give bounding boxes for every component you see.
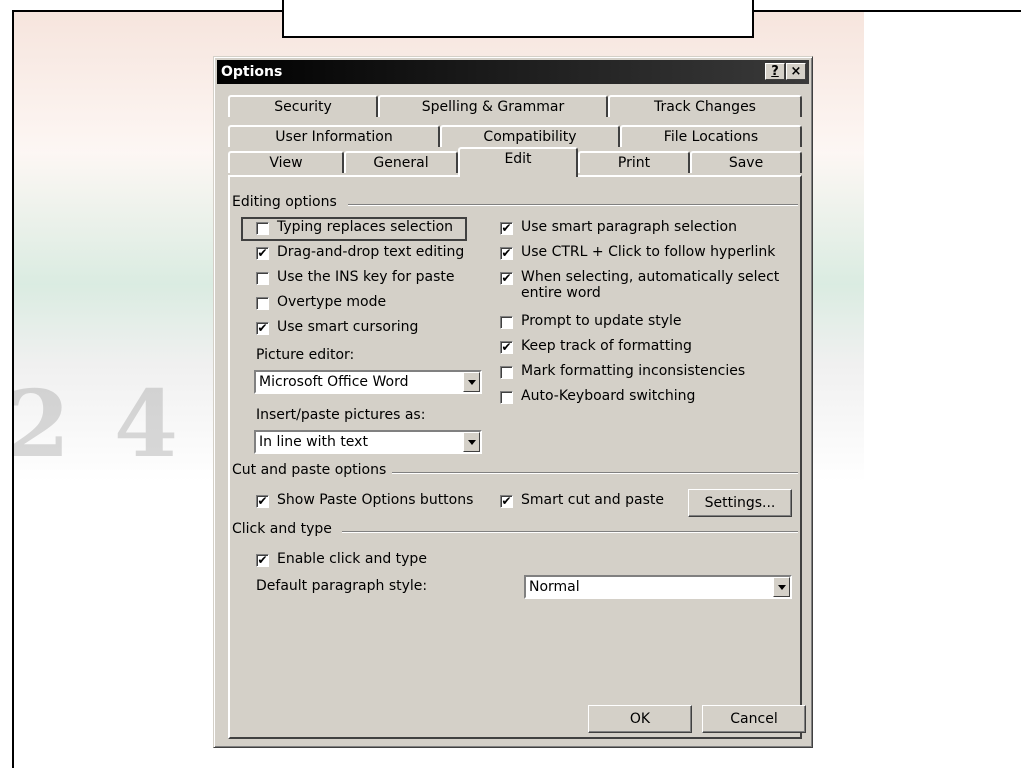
- ctrl-click-hyperlink-checkbox[interactable]: ✔ Use CTRL + Click to follow hyperlink: [500, 244, 775, 264]
- chevron-down-icon[interactable]: [773, 577, 790, 597]
- tab-general[interactable]: General: [344, 151, 458, 173]
- dialog-titlebar: Options ? ×: [217, 60, 809, 84]
- editing-options-label: Editing options: [232, 194, 343, 210]
- tab-user-information[interactable]: User Information: [228, 125, 440, 147]
- default-paragraph-style-select[interactable]: Normal: [524, 575, 792, 599]
- auto-keyboard-checkbox[interactable]: Auto-Keyboard switching: [500, 388, 695, 408]
- settings-button[interactable]: Settings...: [688, 489, 792, 517]
- checkbox-box[interactable]: ✔: [500, 495, 513, 508]
- smart-cut-paste-checkbox[interactable]: ✔ Smart cut and paste: [500, 492, 664, 512]
- dialog-title: Options: [221, 64, 283, 80]
- tab-view[interactable]: View: [228, 151, 344, 173]
- checkbox-label: Drag-and-drop text editing: [277, 244, 465, 260]
- slide-title-box: [282, 0, 754, 38]
- checkbox-box[interactable]: ✔: [256, 495, 269, 508]
- checkbox-label: Use smart cursoring: [277, 319, 419, 335]
- checkbox-label: When selecting, automatically select ent…: [521, 269, 779, 301]
- tab-security[interactable]: Security: [228, 95, 378, 117]
- tab-file-locations[interactable]: File Locations: [620, 125, 802, 147]
- insert-paste-value: In line with text: [259, 434, 368, 450]
- checkbox-label: Prompt to update style: [521, 313, 682, 329]
- checkbox-label-line2: entire word: [521, 285, 601, 301]
- cancel-button[interactable]: Cancel: [702, 705, 806, 733]
- enable-click-type-checkbox[interactable]: ✔ Enable click and type: [256, 551, 427, 571]
- checkbox-label: Use CTRL + Click to follow hyperlink: [521, 244, 776, 260]
- keep-track-formatting-checkbox[interactable]: ✔ Keep track of formatting: [500, 338, 692, 358]
- tab-save[interactable]: Save: [690, 151, 802, 173]
- checkbox-label: Enable click and type: [277, 551, 427, 567]
- checkbox-box[interactable]: ✔: [256, 554, 269, 567]
- checkbox-label: Typing replaces selection: [277, 219, 454, 235]
- click-type-label: Click and type: [232, 521, 338, 537]
- default-paragraph-style-label: Default paragraph style:: [256, 578, 428, 594]
- checkbox-box[interactable]: [256, 272, 269, 285]
- picture-editor-select[interactable]: Microsoft Office Word: [254, 370, 482, 394]
- tab-spelling-grammar[interactable]: Spelling & Grammar: [378, 95, 608, 117]
- checkbox-box[interactable]: ✔: [256, 247, 269, 260]
- insert-paste-label: Insert/paste pictures as:: [256, 407, 426, 423]
- tab-print[interactable]: Print: [578, 151, 690, 173]
- drag-drop-checkbox[interactable]: ✔ Drag-and-drop text editing: [256, 244, 464, 264]
- options-dialog: Options ? × Security Spelling & Grammar …: [213, 56, 813, 748]
- checkbox-box[interactable]: ✔: [500, 341, 513, 354]
- help-button[interactable]: ?: [765, 63, 785, 80]
- checkbox-label: Mark formatting inconsistencies: [521, 363, 746, 379]
- prompt-update-style-checkbox[interactable]: Prompt to update style: [500, 313, 682, 333]
- cut-paste-label: Cut and paste options: [232, 462, 393, 478]
- click-type-divider: [342, 531, 798, 533]
- mark-inconsistencies-checkbox[interactable]: Mark formatting inconsistencies: [500, 363, 745, 383]
- checkbox-box[interactable]: ✔: [500, 272, 513, 285]
- checkbox-label: Use smart paragraph selection: [521, 219, 737, 235]
- checkbox-box[interactable]: [500, 316, 513, 329]
- chevron-down-icon[interactable]: [463, 372, 480, 392]
- picture-editor-value: Microsoft Office Word: [259, 374, 409, 390]
- checkbox-label: Show Paste Options buttons: [277, 492, 474, 508]
- checkbox-box[interactable]: ✔: [500, 247, 513, 260]
- tab-edit[interactable]: Edit: [458, 147, 578, 177]
- ins-key-paste-checkbox[interactable]: Use the INS key for paste: [256, 269, 455, 289]
- default-paragraph-style-value: Normal: [529, 579, 580, 595]
- insert-paste-select[interactable]: In line with text: [254, 430, 482, 454]
- checkbox-label: Smart cut and paste: [521, 492, 664, 508]
- checkbox-box[interactable]: [500, 391, 513, 404]
- auto-select-word-checkbox[interactable]: ✔ When selecting, automatically select e…: [500, 269, 779, 309]
- slide-frame-left: [12, 10, 14, 768]
- checkbox-label: Use the INS key for paste: [277, 269, 455, 285]
- typing-replaces-selection-checkbox[interactable]: Typing replaces selection: [256, 219, 453, 239]
- smart-cursoring-checkbox[interactable]: ✔ Use smart cursoring: [256, 319, 418, 339]
- tab-compatibility[interactable]: Compatibility: [440, 125, 620, 147]
- checkbox-label-line1: When selecting, automatically select: [521, 269, 780, 285]
- ok-button[interactable]: OK: [588, 705, 692, 733]
- show-paste-options-checkbox[interactable]: ✔ Show Paste Options buttons: [256, 492, 473, 512]
- editing-options-divider: [348, 204, 798, 206]
- checkbox-box[interactable]: ✔: [500, 222, 513, 235]
- close-button[interactable]: ×: [786, 63, 806, 80]
- cut-paste-divider: [389, 472, 798, 474]
- checkbox-box[interactable]: [256, 297, 269, 310]
- overtype-mode-checkbox[interactable]: Overtype mode: [256, 294, 386, 314]
- checkbox-label: Overtype mode: [277, 294, 387, 310]
- smart-paragraph-checkbox[interactable]: ✔ Use smart paragraph selection: [500, 219, 737, 239]
- chevron-down-icon[interactable]: [463, 432, 480, 452]
- checkbox-box[interactable]: ✔: [256, 322, 269, 335]
- checkbox-label: Keep track of formatting: [521, 338, 692, 354]
- checkbox-label: Auto-Keyboard switching: [521, 388, 696, 404]
- checkbox-box[interactable]: [256, 222, 269, 235]
- checkbox-box[interactable]: [500, 366, 513, 379]
- tab-track-changes[interactable]: Track Changes: [608, 95, 802, 117]
- picture-editor-label: Picture editor:: [256, 347, 355, 363]
